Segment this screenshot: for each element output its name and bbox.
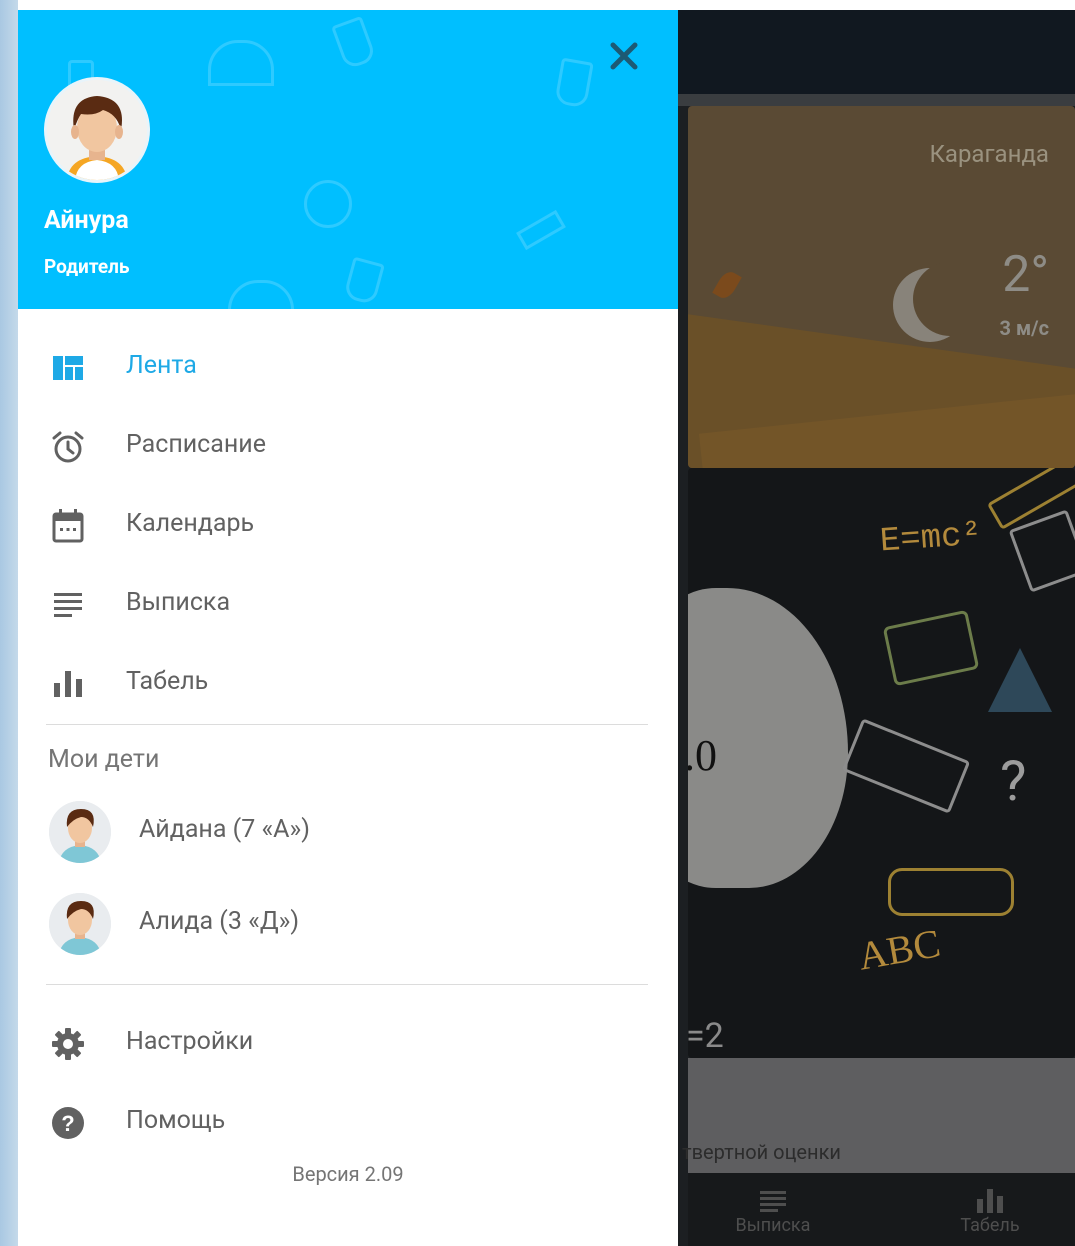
menu-item-label: Настройки xyxy=(126,1027,254,1056)
ruler-decoration xyxy=(516,209,566,251)
menu-item-schedule[interactable]: Расписание xyxy=(18,408,678,487)
bus-icon xyxy=(888,868,1014,916)
navigation-drawer: Айнура Родитель Лента Расписание Календа… xyxy=(18,10,678,1246)
flask-decoration xyxy=(343,256,385,306)
bar-chart-icon xyxy=(50,666,86,702)
app-frame: Караганда 2° 3 м/с .0 E=mc² ABC ? =2 тве… xyxy=(18,10,1075,1246)
globe-decoration xyxy=(304,180,352,228)
help-circle-icon: ? xyxy=(50,1105,86,1141)
close-icon[interactable] xyxy=(606,38,642,74)
user-name: Айнура xyxy=(44,206,129,235)
divider xyxy=(46,724,648,725)
user-role: Родитель xyxy=(44,255,130,278)
tab-tabel[interactable]: Табель xyxy=(930,1173,1050,1236)
menu-item-help[interactable]: ? Помощь xyxy=(18,1084,678,1163)
weather-card[interactable]: Караганда 2° 3 м/с xyxy=(688,106,1075,468)
moon-icon xyxy=(893,262,987,342)
child-avatar xyxy=(49,893,111,955)
news-card-footer[interactable]: твертной оценки xyxy=(682,1058,1075,1173)
svg-text:?: ? xyxy=(61,1111,74,1136)
list-lines-icon xyxy=(50,587,86,623)
weather-temperature: 2° xyxy=(1002,246,1049,304)
avatar[interactable] xyxy=(44,77,150,183)
dashboard-icon xyxy=(50,350,86,386)
news-card-image[interactable]: .0 E=mc² ABC ? =2 xyxy=(688,468,1075,1058)
protractor-decoration xyxy=(228,280,294,309)
tab-label: Выписка xyxy=(735,1215,811,1236)
doodle-abc: ABC xyxy=(854,920,944,979)
child-name: Алида (3 «Д») xyxy=(139,907,300,936)
tab-label: Табель xyxy=(960,1215,1020,1236)
menu-item-label: Лента xyxy=(126,351,197,380)
news-card-caption: твертной оценки xyxy=(682,1140,841,1164)
menu-item-feed[interactable]: Лента xyxy=(18,329,678,408)
calendar-icon xyxy=(50,508,86,544)
book-icon xyxy=(841,718,971,814)
doodle-formula: E=mc² xyxy=(878,516,984,562)
triangle-ruler-icon xyxy=(988,648,1052,712)
children-section-title: Мои дети xyxy=(48,745,160,774)
tab-vypiska[interactable]: Выписка xyxy=(713,1173,833,1236)
bar-chart-icon xyxy=(930,1173,1050,1213)
doodle-equation: =2 xyxy=(688,1016,724,1056)
menu-item-report-card[interactable]: Табель xyxy=(18,645,678,724)
alarm-clock-icon xyxy=(50,429,86,465)
drawer-header: Айнура Родитель xyxy=(18,10,678,309)
briefcase-icon xyxy=(882,609,980,687)
menu-item-calendar[interactable]: Календарь xyxy=(18,487,678,566)
divider xyxy=(46,984,648,985)
menu-item-label: Выписка xyxy=(126,588,231,617)
flask-decoration xyxy=(331,15,377,71)
menu-item-statement[interactable]: Выписка xyxy=(18,566,678,645)
question-mark-icon: ? xyxy=(1000,748,1027,814)
child-avatar xyxy=(49,801,111,863)
menu-item-settings[interactable]: Настройки xyxy=(18,1005,678,1084)
flask-decoration xyxy=(554,57,594,109)
menu-item-label: Помощь xyxy=(126,1106,226,1135)
doodle-number: .0 xyxy=(688,731,717,780)
weather-city: Караганда xyxy=(929,140,1049,168)
child-name: Айдана (7 «А») xyxy=(139,815,310,844)
leaf-icon xyxy=(712,268,742,302)
child-item-aidana[interactable]: Айдана (7 «А») xyxy=(18,793,678,873)
gear-icon xyxy=(50,1026,86,1062)
menu-item-label: Табель xyxy=(126,667,209,696)
menu-item-label: Календарь xyxy=(126,509,255,538)
protractor-decoration xyxy=(208,40,274,86)
bottom-tab-bar: Выписка Табель xyxy=(688,1173,1075,1246)
child-item-alida[interactable]: Алида (3 «Д») xyxy=(18,885,678,965)
menu-item-label: Расписание xyxy=(126,430,266,459)
weather-wind: 3 м/с xyxy=(999,316,1049,340)
list-lines-icon xyxy=(713,1173,833,1213)
picture-icon xyxy=(1008,509,1075,593)
app-version: Версия 2.09 xyxy=(292,1162,404,1186)
